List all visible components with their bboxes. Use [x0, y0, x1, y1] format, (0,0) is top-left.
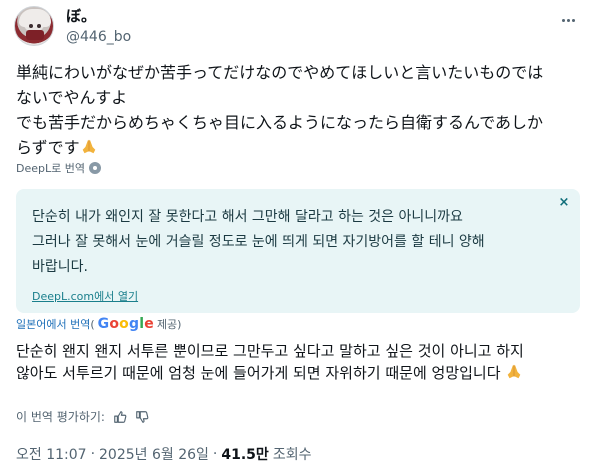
display-name[interactable]: ぼ。	[66, 6, 131, 26]
google-translation-line: 단순히 왠지 왠지 서투른 뿐이므로 그만두고 싶다고 말하고 싶은 것이 아니…	[16, 342, 524, 360]
deepl-translation-panel: 단순히 내가 왜인지 잘 못한다고 해서 그만해 달라고 하는 것은 아니니까요…	[16, 189, 580, 313]
tweet-text-line: 単純にわいがなぜか苦手ってだけなのでやめてほしいと言いたいものでは	[16, 63, 544, 82]
user-handle[interactable]: @446_bo	[66, 27, 131, 47]
tweet-text-line: でも苦手だからめちゃくちゃ目に入るようになったら自衛するんであしか	[16, 113, 544, 132]
settings-gear-icon[interactable]	[88, 162, 101, 174]
deepl-label: DeepL로 번역	[16, 162, 85, 175]
separator: ·	[90, 446, 96, 462]
deepl-translation-line: 단순히 내가 왜인지 잘 못한다고 해서 그만해 달라고 하는 것은 아니니까요	[32, 209, 463, 225]
google-logo-letter: o	[109, 316, 120, 332]
tweet-date[interactable]: 2025년 6월 26일	[99, 444, 209, 464]
google-logo-letter: o	[119, 316, 129, 332]
folded-hands-icon	[82, 139, 95, 154]
rate-translation-label: 이 번역 평가하기:	[16, 410, 105, 424]
google-logo: Google	[98, 316, 154, 332]
author-names: ぼ。 @446_bo	[66, 6, 131, 47]
close-icon[interactable]: ×	[556, 195, 572, 211]
folded-hands-icon	[507, 364, 521, 379]
google-logo-letter: e	[144, 316, 154, 332]
tweet-meta: 오전 11:07 · 2025년 6월 26일 · 41.5만 조회수	[16, 444, 311, 464]
more-options-icon[interactable]	[558, 10, 578, 30]
tweet-header: ぼ。 @446_bo	[14, 6, 578, 50]
google-translation-line: 않아도 서투르기 때문에 엄청 눈에 들어가게 되면 자위하기 때문에 엉망입니…	[16, 364, 501, 382]
google-translation-text: 단순히 왠지 왠지 서투른 뿐이므로 그만두고 싶다고 말하고 싶은 것이 아니…	[16, 340, 581, 384]
separator: ·	[212, 446, 218, 462]
google-translation-attribution: 일본어에서 번역 ( Google 제공)	[16, 316, 181, 332]
deepl-translation-line: 바랍니다.	[32, 259, 88, 275]
deepl-translation-text: 단순히 내가 왜인지 잘 못한다고 해서 그만해 달라고 하는 것은 아니니까요…	[32, 205, 552, 280]
tweet-text-line: ないでやんすよ	[16, 88, 128, 107]
deepl-translation-line: 그러나 잘 못해서 눈에 거슬릴 정도로 눈에 띄게 되면 자기방어를 할 테니…	[32, 234, 485, 250]
translated-from-label[interactable]: 일본어에서 번역	[16, 316, 90, 332]
rate-translation-row: 이 번역 평가하기:	[16, 408, 149, 425]
provided-label: 제공)	[156, 318, 182, 331]
google-logo-letter: g	[129, 316, 140, 332]
avatar[interactable]	[14, 6, 54, 46]
paren-open: (	[90, 317, 95, 331]
views-label: 조회수	[272, 447, 312, 463]
open-deepl-link[interactable]: DeepL.com에서 열기	[32, 288, 138, 304]
tweet-text-line: らずです	[16, 138, 80, 157]
tweet-time[interactable]: 오전 11:07	[16, 444, 87, 464]
tweet-text: 単純にわいがなぜか苦手ってだけなのでやめてほしいと言いたいものでは ないでやんす…	[16, 60, 581, 160]
thumbs-down-icon[interactable]	[135, 410, 149, 424]
views-count: 41.5만	[221, 447, 269, 463]
deepl-translate-button[interactable]: DeepL로 번역	[16, 160, 101, 176]
google-logo-letter: G	[97, 316, 110, 332]
thumbs-up-icon[interactable]	[113, 410, 127, 424]
